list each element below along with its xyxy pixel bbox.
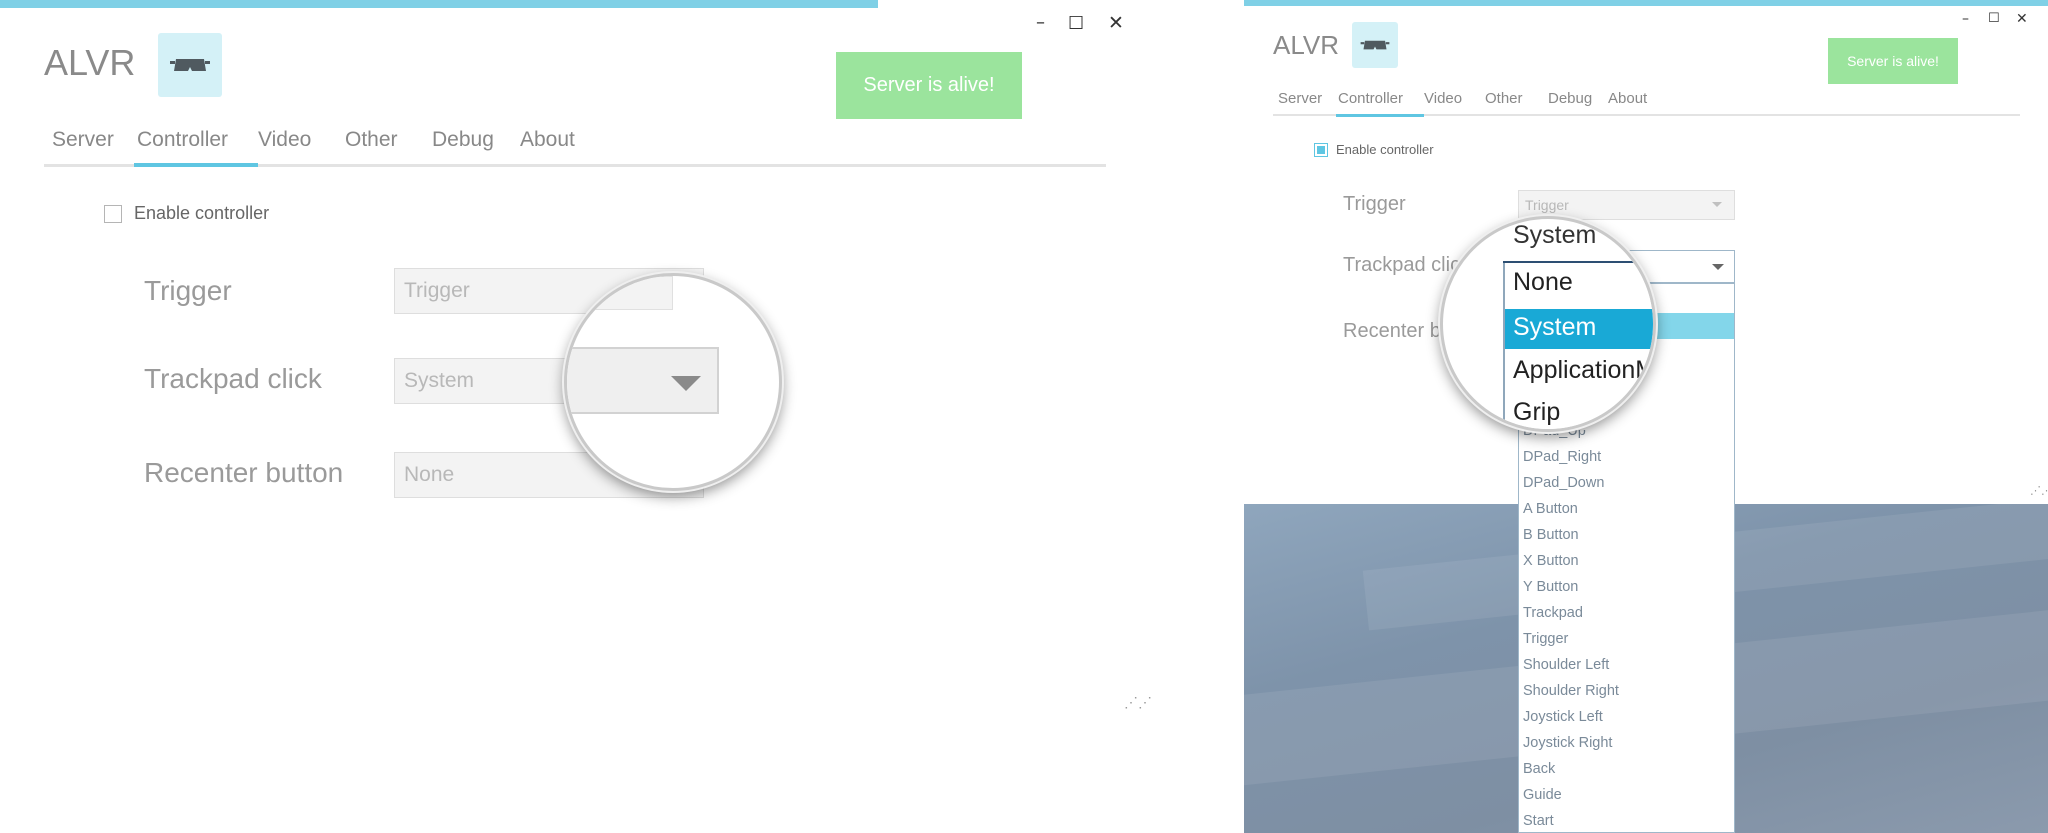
enable-controller-checkbox[interactable] xyxy=(104,205,122,223)
recenter-button-label: Recenter bu xyxy=(1343,320,1452,342)
dropdown-option[interactable]: Trigger xyxy=(1519,626,1734,652)
magnified-list: None System ApplicationM Grip xyxy=(1503,263,1653,429)
minimize-button[interactable]: – xyxy=(1036,14,1045,32)
dropdown-option[interactable]: DPad_Down xyxy=(1519,470,1734,496)
dropdown-option[interactable]: Y Button xyxy=(1519,574,1734,600)
dropdown-option[interactable]: A Button xyxy=(1519,496,1734,522)
tab-other[interactable]: Other xyxy=(345,128,398,152)
close-button[interactable]: ✕ xyxy=(2016,12,2028,26)
tab-other[interactable]: Other xyxy=(1485,90,1523,107)
dropdown-option[interactable]: Joystick Left xyxy=(1519,704,1734,730)
tab-server[interactable]: Server xyxy=(52,128,114,152)
trigger-label: Trigger xyxy=(144,275,232,306)
trigger-select-value: Trigger xyxy=(1525,197,1569,213)
enable-controller-label: Enable controller xyxy=(134,203,270,223)
trigger-label: Trigger xyxy=(1343,193,1406,215)
tab-about[interactable]: About xyxy=(1608,90,1647,107)
chevron-down-icon xyxy=(1712,264,1724,270)
maximize-button[interactable]: ☐ xyxy=(1988,12,2000,25)
minimize-button[interactable]: – xyxy=(1962,12,1969,26)
dropdown-option[interactable]: Joystick Right xyxy=(1519,730,1734,756)
enable-controller-checkbox[interactable] xyxy=(1314,143,1328,157)
resize-grip-icon[interactable]: ⋰⋰ xyxy=(2030,484,2048,497)
magnified-option-system-label: System xyxy=(1513,313,1597,341)
trackpad-click-select-value: System xyxy=(404,369,475,392)
dropdown-option[interactable]: Trackpad xyxy=(1519,600,1734,626)
tab-controller[interactable]: Controller xyxy=(1338,90,1403,107)
magnified-option-none[interactable]: None xyxy=(1513,268,1573,297)
tab-active-indicator xyxy=(134,163,258,167)
chevron-down-icon xyxy=(671,376,701,391)
dropdown-option[interactable]: Start xyxy=(1519,808,1734,832)
trackpad-click-label: Trackpad click xyxy=(144,363,322,394)
dropdown-option[interactable]: DPad_Right xyxy=(1519,444,1734,470)
tab-debug[interactable]: Debug xyxy=(1548,90,1592,107)
tab-video[interactable]: Video xyxy=(258,128,311,152)
dropdown-option[interactable]: Shoulder Right xyxy=(1519,678,1734,704)
recenter-button-label: Recenter button xyxy=(144,457,344,488)
close-button[interactable]: ✕ xyxy=(1108,14,1124,33)
server-status-badge: Server is alive! xyxy=(1828,38,1958,84)
tab-video[interactable]: Video xyxy=(1424,90,1462,107)
tab-active-indicator xyxy=(1336,114,1424,117)
checkbox-fill xyxy=(1317,146,1325,154)
tab-controller[interactable]: Controller xyxy=(137,128,228,152)
dropdown-option[interactable]: Guide xyxy=(1519,782,1734,808)
enable-controller-label: Enable controller xyxy=(1336,142,1434,157)
magnifier-dropdown-arrow xyxy=(564,273,782,491)
maximize-button[interactable]: ☐ xyxy=(1068,15,1084,33)
dropdown-option[interactable]: Back xyxy=(1519,756,1734,782)
resize-grip-icon[interactable]: ⋰⋰ xyxy=(1124,694,1152,711)
app-title: ALVR xyxy=(44,42,136,83)
trigger-select-value: Trigger xyxy=(404,279,470,302)
server-status-badge: Server is alive! xyxy=(836,52,1022,119)
tab-about[interactable]: About xyxy=(520,128,575,152)
window-accent-bar xyxy=(1244,0,2048,6)
magnified-select-value: System xyxy=(1513,221,1597,249)
magnified-option-application[interactable]: ApplicationM xyxy=(1513,356,1653,385)
tab-debug[interactable]: Debug xyxy=(432,128,494,152)
magnified-option-grip[interactable]: Grip xyxy=(1513,398,1560,427)
dropdown-option[interactable]: B Button xyxy=(1519,522,1734,548)
app-title: ALVR xyxy=(1273,30,1339,60)
window-accent-bar xyxy=(0,0,878,8)
vr-headset-icon xyxy=(158,33,222,97)
dropdown-option[interactable]: Shoulder Left xyxy=(1519,652,1734,678)
trackpad-click-label: Trackpad clic xyxy=(1343,254,1461,276)
chevron-down-icon xyxy=(1712,202,1722,207)
recenter-button-select-value: None xyxy=(404,463,455,486)
vr-headset-icon xyxy=(1352,22,1398,68)
magnifier-dropdown-options: System None System ApplicationM Grip xyxy=(1440,216,1656,432)
tab-server[interactable]: Server xyxy=(1278,90,1322,107)
trigger-select-edge xyxy=(567,276,673,310)
dropdown-option[interactable]: X Button xyxy=(1519,548,1734,574)
